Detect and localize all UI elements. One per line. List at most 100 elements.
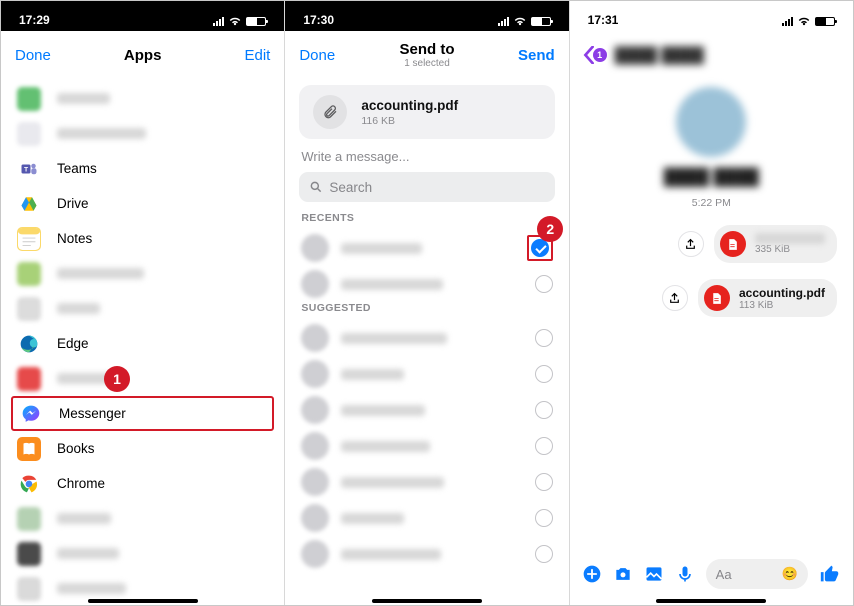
app-row-blurred[interactable] [1, 361, 284, 396]
app-icon [17, 262, 41, 286]
signal-icon [213, 17, 224, 26]
avatar [301, 432, 329, 460]
status-time: 17:31 [588, 13, 619, 27]
contact-row[interactable] [285, 266, 568, 302]
paperclip-icon [313, 95, 347, 129]
contact-name [341, 441, 522, 452]
books-icon [17, 437, 41, 461]
contact-row[interactable] [285, 392, 568, 428]
select-radio[interactable] [535, 401, 553, 419]
chat-title[interactable]: ████ ████ [615, 47, 841, 64]
avatar [301, 360, 329, 388]
edge-icon [17, 332, 41, 356]
contact-row[interactable] [285, 320, 568, 356]
screen-chat: 17:31 1 ████ ████ ████ ████ 5:22 PM 335 … [570, 1, 853, 605]
notes-icon [17, 227, 41, 251]
avatar [301, 540, 329, 568]
search-icon [309, 180, 323, 194]
contact-name [341, 549, 522, 560]
app-row-Notes[interactable]: Notes [1, 221, 284, 256]
app-row-blurred[interactable] [1, 501, 284, 536]
app-label [57, 128, 146, 139]
document-icon [720, 231, 746, 257]
avatar [301, 270, 329, 298]
app-label: Drive [57, 196, 89, 211]
select-radio[interactable] [535, 545, 553, 563]
select-radio[interactable] [535, 473, 553, 491]
share-icon[interactable] [662, 285, 688, 311]
camera-icon[interactable] [613, 564, 633, 584]
select-radio[interactable] [535, 437, 553, 455]
contact-name [341, 369, 522, 380]
app-label [57, 93, 110, 104]
app-label [57, 583, 126, 594]
contact-row[interactable] [285, 230, 568, 266]
sendto-header: Done Send to 1 selected Send [285, 31, 568, 75]
app-row-Messenger[interactable]: Messenger [11, 396, 274, 431]
emoji-icon[interactable]: 😊 [782, 566, 798, 582]
file-size: 113 KiB [739, 300, 825, 311]
avatar [301, 234, 329, 262]
app-label: Messenger [59, 406, 126, 421]
edit-button[interactable]: Edit [210, 47, 270, 64]
screen-send-to: 17:30 Done Send to 1 selected Send accou… [285, 1, 569, 605]
app-row-Chrome[interactable]: Chrome [1, 466, 284, 501]
contact-row[interactable] [285, 500, 568, 536]
app-row-blurred[interactable] [1, 256, 284, 291]
chat-hero: ████ ████ 5:22 PM [570, 75, 853, 209]
home-indicator[interactable] [656, 599, 766, 603]
gallery-icon[interactable] [644, 564, 664, 584]
contact-name [341, 279, 522, 290]
app-icon [17, 122, 41, 146]
hero-name: ████ ████ [664, 169, 759, 187]
app-row-blurred[interactable] [1, 116, 284, 151]
send-button[interactable]: Send [495, 47, 555, 64]
app-row-blurred[interactable] [1, 536, 284, 571]
contact-row[interactable] [285, 464, 568, 500]
app-row-Teams[interactable]: TTeams [1, 151, 284, 186]
plus-icon[interactable] [582, 564, 602, 584]
write-message-input[interactable]: Write a message... [285, 147, 568, 172]
recents-list [285, 230, 568, 302]
select-radio[interactable] [531, 239, 549, 257]
contact-row[interactable] [285, 428, 568, 464]
app-row-blurred[interactable] [1, 81, 284, 116]
contact-row[interactable] [285, 536, 568, 572]
attachment-name: accounting.pdf [361, 98, 458, 113]
search-input[interactable]: Search [299, 172, 554, 202]
like-button[interactable] [819, 563, 841, 585]
app-row-Edge[interactable]: Edge [1, 326, 284, 361]
signal-icon [498, 17, 509, 26]
file-bubble[interactable]: accounting.pdf113 KiB [698, 279, 837, 317]
sendto-title: Send to [359, 41, 494, 58]
app-icon [17, 87, 41, 111]
select-radio[interactable] [535, 509, 553, 527]
teams-icon: T [17, 157, 41, 181]
done-button[interactable]: Done [299, 47, 359, 64]
select-radio[interactable] [535, 329, 553, 347]
app-row-Drive[interactable]: Drive [1, 186, 284, 221]
back-button[interactable]: 1 [582, 46, 607, 64]
contact-name [341, 477, 522, 488]
avatar [301, 504, 329, 532]
message-input[interactable]: Aa 😊 [706, 559, 808, 589]
home-indicator[interactable] [372, 599, 482, 603]
battery-icon [815, 17, 835, 26]
callout-1: 1 [104, 366, 130, 392]
select-radio[interactable] [535, 275, 553, 293]
status-time: 17:30 [303, 13, 334, 27]
hero-avatar [676, 87, 746, 157]
share-icon[interactable] [678, 231, 704, 257]
contact-row[interactable] [285, 356, 568, 392]
apps-list[interactable]: TTeams Drive Notes Edge Messenger BooksChrome [1, 81, 284, 605]
home-indicator[interactable] [88, 599, 198, 603]
app-row-blurred[interactable] [1, 291, 284, 326]
messenger-icon [19, 402, 43, 426]
app-row-Books[interactable]: Books [1, 431, 284, 466]
mic-icon[interactable] [675, 564, 695, 584]
done-button[interactable]: Done [15, 47, 75, 64]
apps-header: Done Apps Edit [1, 31, 284, 75]
select-radio[interactable] [535, 365, 553, 383]
file-bubble[interactable]: 335 KiB [714, 225, 837, 263]
back-badge: 1 [593, 48, 607, 62]
